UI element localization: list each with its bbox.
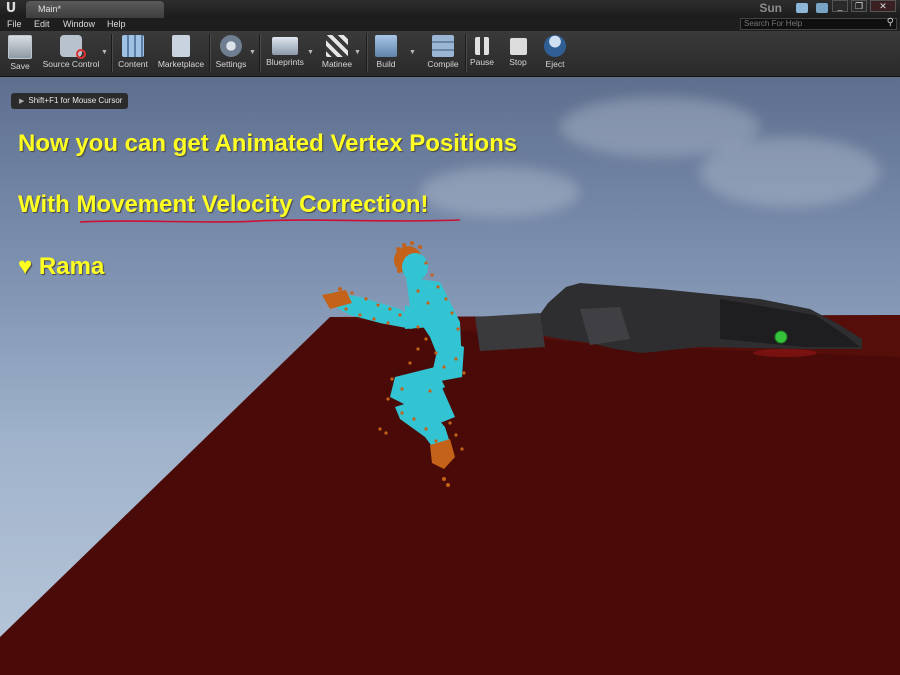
toolbar-separator [366,34,368,72]
window-controls: _ ❐ ✕ [832,0,896,12]
blueprints-icon [272,37,298,55]
help-search-input[interactable]: Search For Help ⚲ [740,18,897,30]
pause-icon [475,37,489,55]
hint-text: Shift+F1 for Mouse Cursor [28,96,123,105]
floor-reflection [753,349,817,357]
main-toolbar: Save Source Control ▼ Content Marketplac… [0,31,900,77]
toolbar-separator [209,34,211,72]
play-triangle-icon: ▶ [19,98,25,105]
level-viewport[interactable]: ▶ Shift+F1 for Mouse Cursor Now you can g… [0,77,900,675]
build-button[interactable]: Build [370,31,402,75]
marketplace-label: Marketplace [157,59,205,69]
search-icon: ⚲ [886,17,894,28]
toolbar-separator [111,34,113,72]
build-icon [375,35,397,57]
gear-icon [220,35,242,57]
build-dropdown-icon[interactable]: ▼ [409,49,416,56]
help-search-placeholder: Search For Help [744,19,803,28]
source-control-icon [60,35,86,59]
compile-icon [432,35,454,57]
content-browser-icon [122,35,144,57]
target-marker-icon [774,330,788,344]
marketplace-button[interactable]: Marketplace [155,31,207,75]
eject-button[interactable]: Eject [540,31,570,75]
matinee-button[interactable]: Matinee [318,31,356,75]
overlay-text-line-2: With Movement Velocity Correction! [18,191,461,223]
source-control-dropdown-icon[interactable]: ▼ [101,49,108,56]
matinee-label: Matinee [321,59,353,69]
overlay-text-line-1: Now you can get Animated Vertex Position… [18,130,518,157]
overlay-text-highlight: Movement Velocity Correction! [76,191,461,223]
red-underline [80,219,461,223]
stop-icon [509,38,527,55]
chat-icon[interactable] [796,3,808,13]
overlay-text-prefix: With [18,191,77,218]
save-label: Save [10,61,30,71]
title-bar: U Main* Sun _ ❐ ✕ [0,0,900,18]
project-name: Sun [759,1,782,15]
matinee-dropdown-icon[interactable]: ▼ [354,49,361,56]
menu-window[interactable]: Window [63,18,95,31]
content-button[interactable]: Content [115,31,151,75]
settings-label: Settings [215,59,247,69]
menu-file[interactable]: File [7,18,22,31]
eject-label: Eject [545,59,565,69]
scene-graphics [0,241,900,675]
settings-button[interactable]: Settings [212,31,250,75]
pause-button[interactable]: Pause [468,31,496,75]
overlay-text-line-3: ♥ Rama [18,253,105,280]
source-control-label: Source Control [42,59,100,69]
build-label: Build [376,59,396,69]
settings-dropdown-icon[interactable]: ▼ [249,49,256,56]
source-control-button[interactable]: Source Control [40,31,102,75]
restore-button[interactable]: ❐ [851,0,867,12]
eject-icon [544,35,566,57]
content-label: Content [118,59,148,69]
toolbar-separator [465,34,467,72]
toolbar-separator [259,34,261,72]
tab-label: Main* [38,4,62,14]
menu-edit[interactable]: Edit [34,18,50,31]
unreal-logo-icon: U [5,1,17,16]
save-icon [8,35,32,59]
feedback-icon[interactable] [816,3,828,13]
close-button[interactable]: ✕ [870,0,896,12]
compile-label: Compile [427,59,459,69]
mannequin-ragdoll-part [475,313,545,351]
blueprints-label: Blueprints [266,57,304,67]
marketplace-icon [172,35,190,57]
clapperboard-icon [326,35,348,57]
menu-help[interactable]: Help [107,18,126,31]
tab-main[interactable]: Main* [26,1,164,18]
save-button[interactable]: Save [3,31,37,75]
minimize-button[interactable]: _ [832,0,848,12]
blueprints-button[interactable]: Blueprints [264,31,306,75]
compile-button[interactable]: Compile [423,31,463,75]
overlay-text-highlight-label: Movement Velocity Correction! [76,191,429,218]
blueprints-dropdown-icon[interactable]: ▼ [307,49,314,56]
pause-label: Pause [469,57,495,67]
mouse-cursor-hint[interactable]: ▶ Shift+F1 for Mouse Cursor [11,93,129,109]
stop-label: Stop [509,57,527,67]
stop-button[interactable]: Stop [504,31,532,75]
